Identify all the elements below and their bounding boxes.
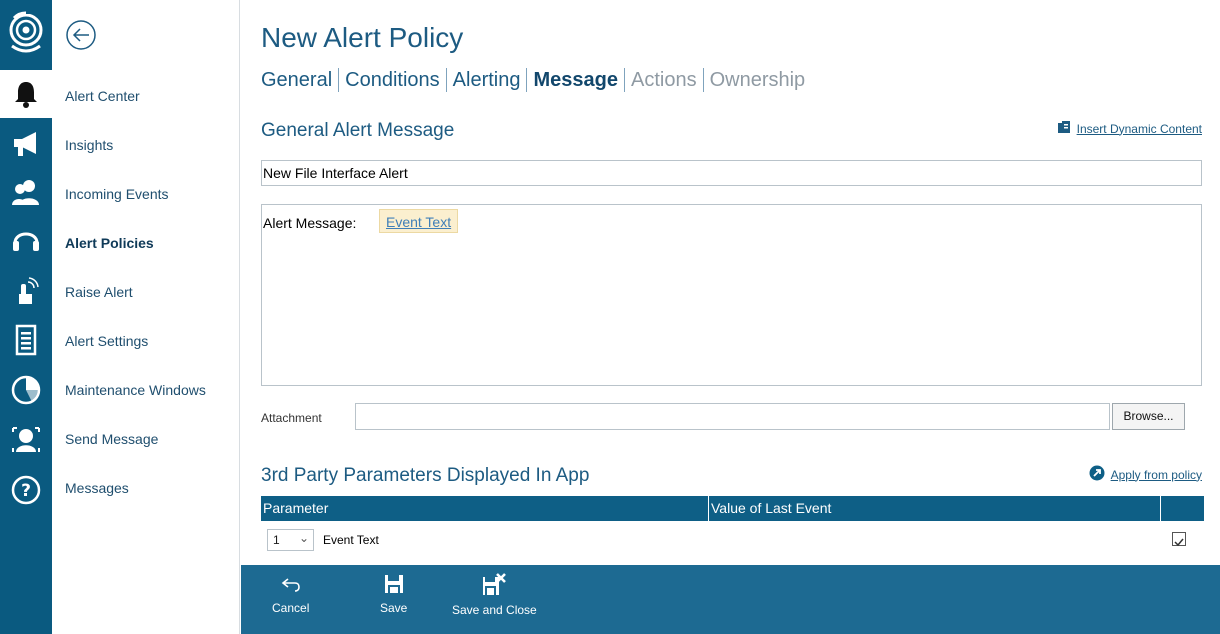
cancel-label: Cancel xyxy=(272,601,310,615)
save-and-close-label: Save and Close xyxy=(452,603,537,617)
parameter-index-value: 1 xyxy=(273,533,280,547)
megaphone-icon[interactable] xyxy=(0,120,52,168)
insert-content-icon xyxy=(1057,120,1071,137)
nav-item-incoming-events[interactable]: Incoming Events xyxy=(65,186,169,202)
logo-icon[interactable] xyxy=(0,0,52,68)
page-title: New Alert Policy xyxy=(261,22,464,53)
cancel-button[interactable]: Cancel xyxy=(272,573,309,615)
touch-icon[interactable] xyxy=(0,266,52,314)
tab-bar: General Conditions Alerting Message Acti… xyxy=(261,68,811,92)
params-table-header: Parameter Value of Last Event xyxy=(261,496,1204,521)
nav-item-insights[interactable]: Insights xyxy=(65,137,113,153)
alert-message-label: Alert Message: xyxy=(263,215,357,231)
nav-item-messages[interactable]: Messages xyxy=(65,480,129,496)
tab-general[interactable]: General xyxy=(261,68,340,92)
chevron-down-icon: ⌄ xyxy=(298,531,309,545)
section-title-general-message: General Alert Message xyxy=(261,120,455,141)
parameter-index-select[interactable]: 1 ⌄ xyxy=(267,529,314,551)
nav-item-alert-settings[interactable]: Alert Settings xyxy=(65,333,148,349)
document-icon[interactable] xyxy=(0,316,52,364)
tab-actions[interactable]: Actions xyxy=(625,68,704,92)
browse-button[interactable]: Browse... xyxy=(1112,403,1185,430)
apply-from-policy-link[interactable]: Apply from policy xyxy=(1089,465,1202,484)
app-window: ? Alert Center Insights Incoming Events … xyxy=(0,0,1220,634)
save-button[interactable]: Save xyxy=(380,573,407,615)
icon-rail: ? xyxy=(0,0,52,634)
profile-icon[interactable] xyxy=(0,416,52,464)
nav-item-alert-policies[interactable]: Alert Policies xyxy=(65,235,154,251)
parameter-name: Event Text xyxy=(323,533,379,547)
tab-ownership[interactable]: Ownership xyxy=(704,68,812,92)
save-close-icon xyxy=(483,573,507,595)
tab-conditions[interactable]: Conditions xyxy=(339,68,447,92)
display-checkbox[interactable] xyxy=(1172,532,1186,547)
back-arrow-icon[interactable] xyxy=(64,18,98,52)
save-and-close-button[interactable]: Save and Close xyxy=(452,573,537,617)
section-title-3rd-party-params: 3rd Party Parameters Displayed In App xyxy=(261,465,590,486)
column-header-parameter: Parameter xyxy=(261,496,709,521)
tab-message[interactable]: Message xyxy=(527,68,625,92)
nav-item-alert-center[interactable]: Alert Center xyxy=(65,88,140,104)
main-content: New Alert Policy General Conditions Aler… xyxy=(241,0,1220,565)
column-header-value-of-last-event: Value of Last Event xyxy=(709,496,1161,521)
users-icon[interactable] xyxy=(0,168,52,216)
nav-panel: Alert Center Insights Incoming Events Al… xyxy=(52,0,240,634)
apply-from-policy-label: Apply from policy xyxy=(1110,467,1202,482)
headset-icon[interactable] xyxy=(0,218,52,266)
bell-icon[interactable] xyxy=(0,70,52,118)
column-header-check xyxy=(1161,496,1204,521)
save-floppy-icon xyxy=(384,575,403,593)
tab-alerting[interactable]: Alerting xyxy=(447,68,528,92)
attachment-input[interactable] xyxy=(355,403,1110,430)
table-row: 1 ⌄ Event Text xyxy=(261,524,1204,554)
checkmark-icon xyxy=(1174,538,1184,547)
insert-dynamic-content-label: Insert Dynamic Content xyxy=(1076,121,1202,136)
attachment-label: Attachment xyxy=(261,411,322,425)
dynamic-token-event-text[interactable]: Event Text xyxy=(379,209,459,233)
svg-text:?: ? xyxy=(21,481,31,501)
help-icon[interactable]: ? xyxy=(0,466,52,514)
alert-subject-input[interactable]: New File Interface Alert xyxy=(261,160,1202,186)
nav-item-send-message[interactable]: Send Message xyxy=(65,431,158,447)
alert-message-editor[interactable]: Alert Message: Event Text xyxy=(261,204,1202,386)
save-label: Save xyxy=(380,601,408,615)
nav-item-maintenance-windows[interactable]: Maintenance Windows xyxy=(65,382,206,398)
pie-chart-icon[interactable] xyxy=(0,366,52,414)
nav-item-raise-alert[interactable]: Raise Alert xyxy=(65,284,133,300)
bottom-toolbar: Cancel Save Save and Close xyxy=(241,565,1220,634)
apply-policy-icon xyxy=(1089,465,1105,484)
undo-arrow-icon xyxy=(281,578,300,592)
insert-dynamic-content-link[interactable]: Insert Dynamic Content xyxy=(1057,120,1202,137)
